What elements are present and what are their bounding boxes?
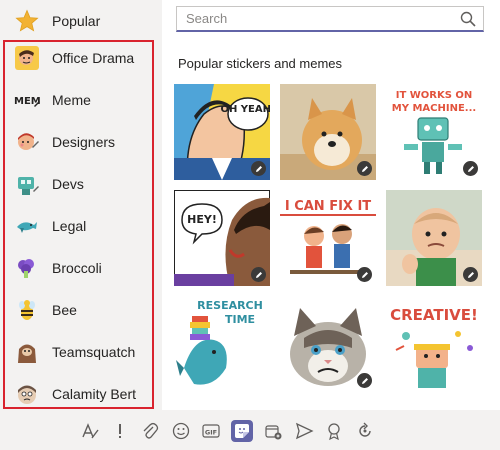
sidebar-item-bee[interactable]: Bee [0, 289, 162, 331]
sidebar-item-label: Popular [52, 13, 101, 29]
sticker-caption: I CAN FIX IT [285, 199, 371, 214]
send-icon[interactable] [293, 420, 315, 442]
office-drama-icon [14, 45, 40, 71]
sticker-hey[interactable]: HEY! [174, 190, 270, 286]
svg-text:TIME: TIME [225, 313, 255, 326]
designers-icon [14, 129, 40, 155]
sidebar-item-designers[interactable]: Designers [0, 121, 162, 163]
sidebar-item-calamity-bert[interactable]: Calamity Bert [0, 373, 162, 415]
bee-icon [14, 297, 40, 323]
calamity-bert-icon [14, 381, 40, 407]
edit-pencil-icon[interactable] [463, 267, 478, 282]
edit-pencil-icon[interactable] [357, 161, 372, 176]
gif-label: GIF [205, 429, 217, 437]
praise-icon[interactable] [323, 420, 345, 442]
meet-now-icon[interactable] [262, 420, 284, 442]
attach-icon[interactable] [139, 420, 161, 442]
search-input[interactable] [177, 10, 457, 27]
devs-icon [14, 171, 40, 197]
sidebar-item-legal[interactable]: Legal [0, 205, 162, 247]
sidebar-item-devs[interactable]: Devs [0, 163, 162, 205]
emoji-icon[interactable] [170, 420, 192, 442]
section-title: Popular stickers and memes [178, 56, 343, 71]
edit-pencil-icon[interactable] [357, 373, 372, 388]
sidebar-item-popular[interactable]: Popular [0, 0, 162, 42]
important-icon[interactable] [109, 420, 131, 442]
sticker-doge[interactable] [280, 84, 376, 180]
sticker-grumpy-cat[interactable] [280, 296, 376, 392]
sidebar-item-label: Meme [52, 92, 91, 108]
sticker-caption: HEY! [187, 213, 217, 226]
edit-pencil-icon[interactable] [357, 267, 372, 282]
meme-icon: MEME [14, 87, 40, 113]
compose-toolbar: GIF [0, 410, 500, 450]
gif-icon[interactable]: GIF [200, 420, 222, 442]
sidebar-item-teamsquatch[interactable]: Teamsquatch [0, 331, 162, 373]
sticker-creative[interactable]: CREATIVE! [386, 296, 482, 392]
category-sidebar: Popular Office Drama MEME Meme Designers… [0, 0, 162, 410]
sticker-image: RESEARCH TIME [174, 296, 270, 392]
star-icon [14, 8, 40, 34]
sidebar-item-label: Bee [52, 302, 77, 318]
format-icon[interactable] [79, 420, 101, 442]
sidebar-item-label: Designers [52, 134, 116, 150]
legal-icon [14, 213, 40, 239]
svg-text:MY MACHINE...: MY MACHINE... [392, 103, 476, 114]
sidebar-item-label: Teamsquatch [52, 344, 136, 360]
sidebar-item-label: Calamity Bert [52, 386, 137, 402]
sticker-caption: CREATIVE! [390, 306, 478, 324]
sticker-oh-yeah[interactable]: OH YEAH! [174, 84, 270, 180]
sticker-success-kid[interactable] [386, 190, 482, 286]
loop-icon[interactable] [354, 420, 376, 442]
sticker-it-works-on-my-machine[interactable]: IT WORKS ON MY MACHINE... [386, 84, 482, 180]
sticker-picker: Popular stickers and memes OH YEAH! [162, 0, 500, 410]
svg-text:IT WORKS ON: IT WORKS ON [396, 90, 473, 101]
sidebar-item-label: Legal [52, 218, 87, 234]
search-box [176, 6, 484, 32]
edit-pencil-icon[interactable] [251, 267, 266, 282]
sticker-icon[interactable] [231, 420, 253, 442]
sticker-caption: OH YEAH! [220, 104, 270, 115]
edit-pencil-icon[interactable] [463, 161, 478, 176]
sticker-i-can-fix-it[interactable]: I CAN FIX IT [280, 190, 376, 286]
sidebar-item-broccoli[interactable]: Broccoli [0, 247, 162, 289]
sticker-image: CREATIVE! [386, 296, 482, 392]
sticker-research-time[interactable]: RESEARCH TIME [174, 296, 270, 392]
edit-pencil-icon[interactable] [251, 161, 266, 176]
svg-text:RESEARCH: RESEARCH [197, 299, 263, 312]
teamsquatch-icon [14, 339, 40, 365]
search-icon[interactable] [457, 8, 479, 30]
sidebar-item-label: Broccoli [52, 260, 102, 276]
sidebar-item-label: Devs [52, 176, 84, 192]
sidebar-item-office-drama[interactable]: Office Drama [0, 37, 162, 79]
sidebar-item-label: Office Drama [52, 50, 135, 66]
broccoli-icon [14, 255, 40, 281]
sidebar-item-meme[interactable]: MEME Meme [0, 79, 162, 121]
